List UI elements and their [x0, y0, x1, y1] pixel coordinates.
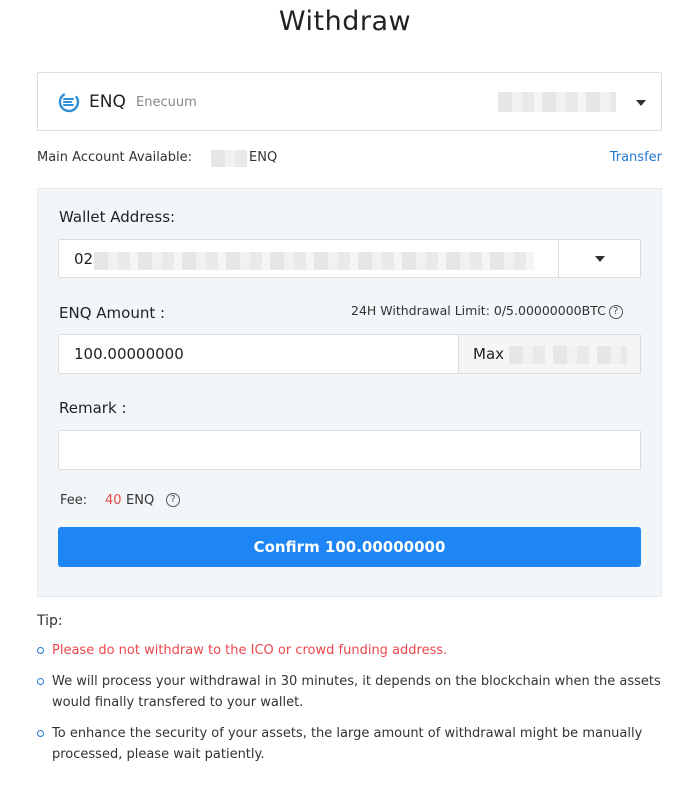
tip-item: Please do not withdraw to the ICO or cro… [37, 640, 662, 661]
wallet-address-value: 02 [74, 250, 94, 268]
remark-input[interactable] [58, 430, 641, 470]
wallet-address-dropdown-button[interactable] [558, 239, 641, 278]
wallet-address-input[interactable]: 02 [58, 239, 559, 278]
wallet-address-label: Wallet Address: [59, 208, 176, 226]
coin-name: Enecuum [136, 95, 197, 110]
wallet-address-redacted [94, 252, 534, 270]
tip-text: We will process your withdrawal in 30 mi… [52, 674, 661, 710]
chevron-down-icon [595, 256, 605, 262]
tip-item: We will process your withdrawal in 30 mi… [37, 671, 662, 713]
amount-input[interactable]: 100.00000000 [58, 334, 459, 374]
available-amount-redacted [211, 150, 247, 167]
tip-item: To enhance the security of your assets, … [37, 723, 662, 765]
tip-title: Tip: [37, 613, 63, 629]
bullet-icon [37, 730, 44, 737]
help-icon[interactable]: ? [608, 305, 623, 319]
chevron-down-icon [636, 100, 646, 106]
tip-text: Please do not withdraw to the ICO or cro… [52, 643, 448, 658]
bullet-icon [37, 647, 44, 654]
withdrawal-limit: 24H Withdrawal Limit: 0/5.00000000BTC? [351, 303, 623, 319]
confirm-button[interactable]: Confirm 100.00000000 [58, 527, 641, 567]
fee-unit: ENQ [126, 493, 155, 508]
transfer-link[interactable]: Transfer [600, 150, 662, 165]
fee-help-icon[interactable]: ? [166, 493, 180, 507]
enecuum-logo-icon [58, 91, 80, 113]
max-label: Max [473, 345, 505, 363]
coin-symbol: ENQ [89, 92, 126, 112]
bullet-icon [37, 678, 44, 685]
coin-balance-redacted [498, 92, 616, 112]
max-amount-button[interactable]: Max [458, 334, 641, 374]
page-title: Withdraw [278, 6, 412, 37]
withdrawal-limit-text: 24H Withdrawal Limit: 0/5.00000000BTC [351, 303, 606, 318]
available-unit: ENQ [249, 150, 278, 165]
amount-value: 100.00000000 [74, 345, 184, 363]
remark-label: Remark : [59, 399, 127, 417]
max-amount-redacted [509, 346, 627, 364]
available-label: Main Account Available: [37, 150, 193, 165]
tip-text: To enhance the security of your assets, … [52, 726, 643, 762]
amount-label: ENQ Amount : [59, 304, 166, 322]
coin-select-dropdown[interactable]: ENQ Enecuum [37, 72, 662, 131]
fee-label: Fee: [60, 493, 88, 508]
fee-value: 40 [105, 493, 122, 508]
withdraw-form-panel: Wallet Address: 02 ENQ Amount : 24H With… [37, 188, 662, 597]
